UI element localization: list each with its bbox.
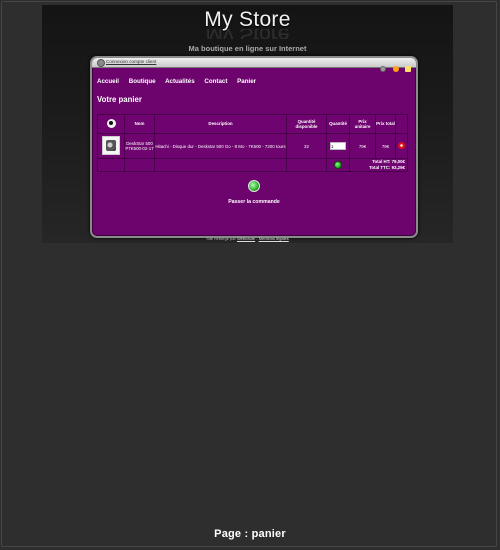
login-link[interactable]: Connexion compte client — [106, 59, 156, 64]
totals-row: Total HT: 79,00€ Total TTC: 93,29€ — [97, 158, 408, 172]
store-tagline: Ma boutique en ligne sur Internet — [188, 44, 307, 53]
main-panel: Connexion compte client Accueil Boutique… — [90, 56, 418, 238]
site-footer: Site hébergé par Webnaute - Mentions lég… — [42, 236, 453, 241]
page-caption: Page : panier — [214, 528, 286, 540]
nav-item-boutique[interactable]: Boutique — [129, 78, 156, 85]
host-link[interactable]: Webnaute — [237, 236, 255, 241]
account-bar: Connexion compte client — [92, 58, 416, 72]
product-name[interactable]: DeskStar 500 P7K500-02-17 — [124, 133, 155, 159]
nav-item-actualites[interactable]: Actualités — [165, 78, 195, 85]
cart-icon[interactable] — [405, 66, 411, 72]
column-header-available: Quantité disponible — [286, 114, 327, 134]
nav-item-contact[interactable]: Contact — [204, 78, 227, 85]
main-nav: Accueil Boutique Actualités Contact Pani… — [97, 78, 264, 85]
legal-mentions-link[interactable]: Mentions légales — [259, 236, 289, 241]
footer-prefix: Site hébergé par — [206, 236, 236, 241]
settings-icon[interactable] — [380, 66, 387, 72]
refresh-cell — [326, 158, 350, 172]
toolbar-icons — [378, 59, 411, 77]
column-header-total-price: Prix total — [375, 114, 396, 134]
refresh-cart-icon[interactable] — [334, 160, 342, 169]
column-header-quantity: Quantité — [326, 114, 350, 134]
column-header-actions — [395, 114, 408, 134]
product-total-price: 79€ — [375, 133, 396, 159]
table-header-row: Nom Description Quantité disponible Quan… — [97, 114, 408, 134]
totals-cell: Total HT: 79,00€ Total TTC: 93,29€ — [349, 158, 408, 172]
product-description: Hitachi - Disque dur - Deskstar 500 Go -… — [154, 133, 287, 159]
store-title-reflection: My Store — [42, 29, 453, 39]
place-order-button[interactable]: Passer la commande — [92, 179, 416, 205]
empty-cell — [124, 158, 155, 172]
column-header-description: Description — [154, 114, 287, 134]
empty-cell — [154, 158, 287, 172]
checkout-icon[interactable] — [248, 180, 260, 192]
column-header-name: Nom — [124, 114, 155, 134]
quantity-cell — [326, 133, 350, 159]
empty-cell — [97, 158, 125, 172]
store-screenshot: My Store My Store Ma boutique en ligne s… — [42, 5, 453, 243]
product-unit-price: 79€ — [349, 133, 376, 159]
product-thumbnail[interactable] — [102, 136, 120, 155]
store-logo-icon — [106, 118, 116, 128]
header-logo-cell — [97, 114, 125, 134]
quantity-input[interactable] — [330, 142, 346, 150]
empty-cell — [286, 158, 327, 172]
cart-table: Nom Description Quantité disponible Quan… — [97, 114, 408, 172]
user-icon — [97, 59, 105, 67]
product-available: 32 — [286, 133, 327, 159]
product-image-cell — [97, 133, 125, 159]
page-title: Votre panier — [97, 95, 142, 104]
remove-item-icon[interactable] — [398, 142, 405, 149]
nav-item-accueil[interactable]: Accueil — [97, 78, 119, 85]
table-row: DeskStar 500 P7K500-02-17 Hitachi - Disq… — [97, 133, 408, 159]
help-icon[interactable] — [392, 66, 399, 72]
remove-cell — [395, 133, 408, 159]
nav-item-panier[interactable]: Panier — [237, 78, 256, 85]
total-ttc: Total TTC: 93,29€ — [368, 165, 405, 170]
place-order-label[interactable]: Passer la commande — [92, 199, 416, 205]
column-header-unit-price: Prix unitaire — [349, 114, 376, 134]
